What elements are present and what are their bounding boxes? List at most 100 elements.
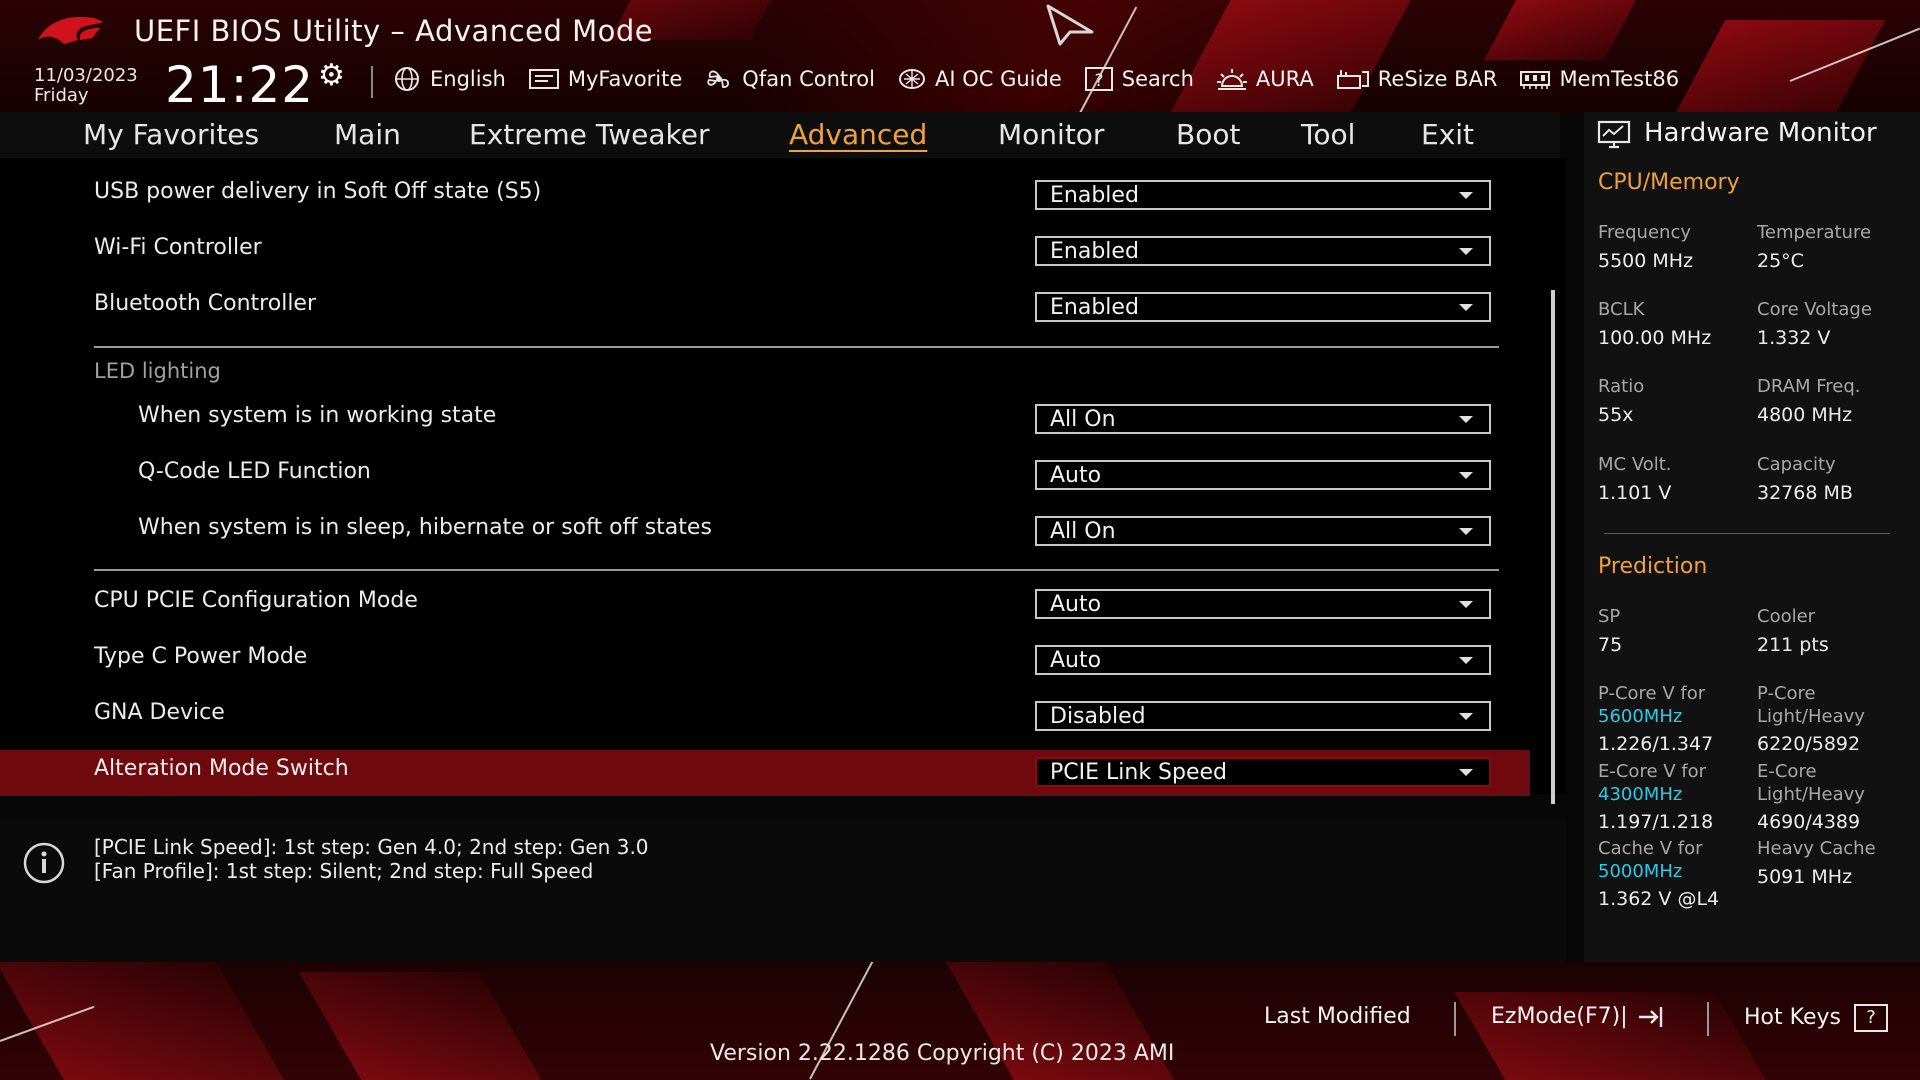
ezmode-button[interactable]: EzMode(F7)| — [1491, 1004, 1669, 1030]
setting-alteration-mode-switch[interactable]: Alteration Mode Switch PCIE Link Speed — [0, 750, 1530, 796]
aura-icon — [1216, 69, 1247, 90]
last-modified-button[interactable]: Last Modified — [1264, 1004, 1411, 1029]
settings-scrollbar[interactable] — [1551, 290, 1555, 804]
ecore-v-freq: 4300MHz — [1598, 784, 1683, 805]
help-icon: ? — [1853, 1004, 1888, 1032]
decor-shard — [1169, 0, 1411, 115]
date-display: 11/03/2023 Friday — [34, 66, 138, 106]
tab-extreme-tweaker[interactable]: Extreme Tweaker — [469, 118, 709, 151]
setting-led-sleep-state[interactable]: When system is in sleep, hibernate or so… — [0, 509, 1530, 555]
qfan-control-button[interactable]: Qfan Control — [704, 66, 875, 92]
setting-usb-power-s5[interactable]: USB power delivery in Soft Off state (S5… — [0, 173, 1530, 219]
setting-label: CPU PCIE Configuration Mode — [94, 588, 418, 613]
chevron-down-icon — [1459, 192, 1473, 199]
ratio-label: Ratio — [1598, 376, 1645, 397]
gna-dropdown[interactable]: Disabled — [1035, 701, 1491, 731]
heavy-cache-label: Heavy Cache — [1757, 838, 1876, 859]
qcode-led-dropdown[interactable]: Auto — [1035, 460, 1491, 490]
setting-typec-power-mode[interactable]: Type C Power Mode Auto — [0, 638, 1530, 684]
myfavorite-button[interactable]: MyFavorite — [528, 67, 682, 91]
setting-bluetooth-controller[interactable]: Bluetooth Controller Enabled — [0, 285, 1530, 331]
gear-icon[interactable]: ⚙ — [318, 58, 345, 93]
hardware-monitor-title: Hardware Monitor — [1644, 118, 1877, 148]
setting-label: Wi-Fi Controller — [94, 235, 262, 260]
setting-label: GNA Device — [94, 700, 225, 725]
setting-led-working-state[interactable]: When system is in working state All On — [0, 397, 1530, 443]
pcore-v-freq: 5600MHz — [1598, 706, 1683, 727]
chevron-down-icon — [1459, 472, 1473, 479]
bluetooth-dropdown[interactable]: Enabled — [1035, 292, 1491, 322]
tab-monitor[interactable]: Monitor — [998, 118, 1104, 151]
cache-v-label: Cache V for 5000MHz — [1598, 837, 1702, 883]
resize-bar-button[interactable]: ReSize BAR — [1336, 66, 1497, 92]
exit-arrow-icon — [1638, 1007, 1662, 1027]
footer-divider — [1707, 1002, 1709, 1036]
tab-main[interactable]: Main — [334, 118, 401, 151]
ecore-v-value: 1.197/1.218 — [1598, 811, 1714, 833]
tab-advanced[interactable]: Advanced — [789, 118, 927, 151]
dropdown-value: Enabled — [1050, 239, 1139, 264]
led-lighting-heading: LED lighting — [94, 359, 221, 383]
pcore-v-label: P-Core V for 5600MHz — [1598, 682, 1705, 728]
setting-qcode-led[interactable]: Q-Code LED Function Auto — [0, 453, 1530, 499]
ai-oc-guide-label: AI OC Guide — [934, 67, 1062, 91]
decor-shard — [298, 972, 542, 1080]
cpu-pcie-dropdown[interactable]: Auto — [1035, 589, 1491, 619]
ai-oc-guide-button[interactable]: AI OC Guide — [897, 66, 1062, 92]
dropdown-value: All On — [1050, 407, 1116, 432]
dropdown-value: Auto — [1050, 648, 1102, 673]
rog-logo — [38, 16, 104, 44]
typec-power-dropdown[interactable]: Auto — [1035, 645, 1491, 675]
ecore-lh-label: E-Core Light/Heavy — [1757, 760, 1865, 806]
hot-keys-button[interactable]: Hot Keys ? — [1744, 1004, 1888, 1032]
memtest86-button[interactable]: MemTest86 — [1519, 67, 1679, 91]
led-working-dropdown[interactable]: All On — [1035, 404, 1491, 434]
language-label: English — [430, 67, 506, 91]
dropdown-value: All On — [1050, 519, 1116, 544]
fan-icon — [707, 70, 730, 88]
alteration-dropdown[interactable]: PCIE Link Speed — [1035, 757, 1491, 787]
clock[interactable]: 21:22 — [165, 56, 314, 114]
setting-cpu-pcie-mode[interactable]: CPU PCIE Configuration Mode Auto — [0, 582, 1530, 628]
chevron-down-icon — [1459, 769, 1473, 776]
tab-my-favorites[interactable]: My Favorites — [83, 118, 259, 151]
core-voltage-value: 1.332 V — [1757, 327, 1831, 349]
tab-tool[interactable]: Tool — [1301, 118, 1355, 151]
setting-label: Bluetooth Controller — [94, 291, 317, 316]
wifi-dropdown[interactable]: Enabled — [1035, 236, 1491, 266]
language-button[interactable]: English — [392, 66, 506, 92]
ratio-value: 55x — [1598, 404, 1634, 426]
info-icon — [23, 842, 65, 884]
aura-button[interactable]: AURA — [1216, 66, 1314, 92]
decor-shard — [1484, 0, 1636, 60]
setting-label: Q-Code LED Function — [138, 459, 371, 484]
toolbar: English MyFavorite Qfan Control AI OC Gu… — [392, 64, 1701, 94]
capacity-label: Capacity — [1757, 454, 1836, 475]
setting-gna-device[interactable]: GNA Device Disabled — [0, 694, 1530, 740]
tab-boot[interactable]: Boot — [1176, 118, 1240, 151]
sp-label: SP — [1598, 606, 1621, 627]
search-button[interactable]: ? Search — [1084, 66, 1194, 92]
resize-bar-icon — [1336, 70, 1369, 89]
mc-volt-label: MC Volt. — [1598, 454, 1672, 475]
date-text: 11/03/2023 — [34, 65, 138, 86]
cache-v-freq: 5000MHz — [1598, 861, 1683, 882]
prediction-heading: Prediction — [1598, 554, 1708, 579]
chevron-down-icon — [1459, 304, 1473, 311]
day-text: Friday — [34, 85, 89, 106]
usb-power-dropdown[interactable]: Enabled — [1035, 180, 1491, 210]
dropdown-value: Auto — [1050, 463, 1102, 488]
led-sleep-dropdown[interactable]: All On — [1035, 516, 1491, 546]
mouse-pointer-icon — [1046, 4, 1094, 46]
dropdown-value: Enabled — [1050, 183, 1139, 208]
ecore-v-label: E-Core V for 4300MHz — [1598, 760, 1706, 806]
tab-exit[interactable]: Exit — [1421, 118, 1474, 151]
myfavorite-label: MyFavorite — [567, 67, 683, 91]
setting-label: When system is in working state — [138, 403, 497, 428]
bclk-label: BCLK — [1598, 299, 1645, 320]
globe-icon — [395, 67, 419, 91]
chevron-down-icon — [1459, 528, 1473, 535]
temperature-label: Temperature — [1757, 222, 1872, 243]
core-voltage-label: Core Voltage — [1757, 299, 1872, 320]
setting-wifi-controller[interactable]: Wi-Fi Controller Enabled — [0, 229, 1530, 275]
